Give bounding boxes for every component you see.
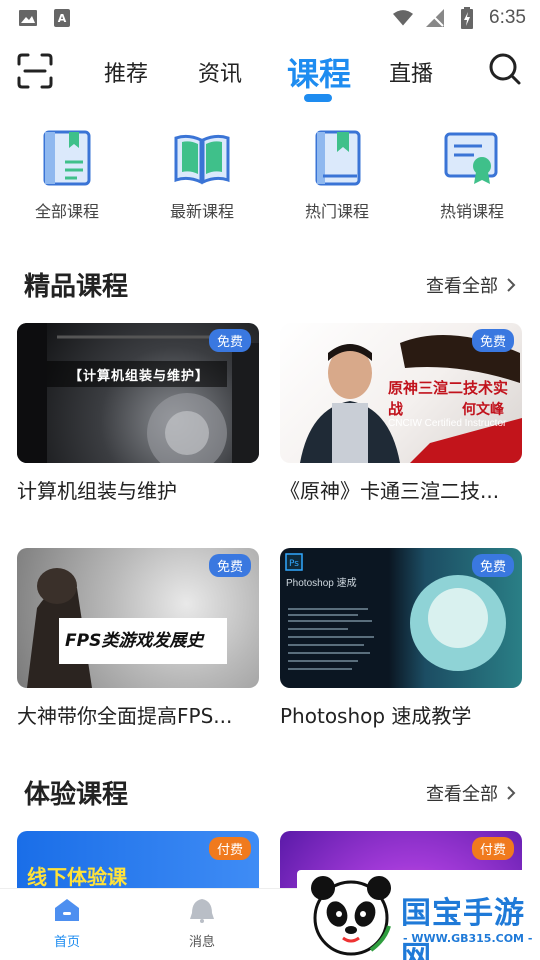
svg-text:A: A bbox=[58, 12, 67, 25]
thumbnail-caption: Photoshop 速成 bbox=[286, 578, 357, 589]
course-title: Photoshop 速成教学 bbox=[280, 704, 472, 728]
category-row: 全部课程 最新课程 热门课程 热销课程 bbox=[0, 128, 540, 228]
section-title: 体验课程 bbox=[24, 780, 129, 810]
view-all-featured-link[interactable]: 查看全部 bbox=[426, 272, 516, 298]
gallery-notification-icon bbox=[18, 8, 38, 28]
thumbnail-subcaption: CNCIW Certified Instructor bbox=[388, 418, 507, 429]
wifi-icon bbox=[393, 8, 414, 28]
course-title: 计算机组装与维护 bbox=[17, 479, 177, 503]
nav-home[interactable]: 首页 bbox=[27, 897, 107, 950]
search-icon[interactable] bbox=[488, 52, 522, 86]
certificate-icon bbox=[444, 132, 498, 184]
course-card[interactable]: 原神三渲二技术实战 何文峰 CNCIW Certified Instructor… bbox=[280, 323, 522, 504]
bell-icon bbox=[190, 899, 214, 923]
tab-live[interactable]: 直播 bbox=[389, 56, 433, 88]
category-label: 热门课程 bbox=[304, 202, 369, 221]
open-book-icon bbox=[174, 134, 230, 185]
svg-text:Ps: Ps bbox=[289, 559, 299, 569]
free-badge: 免费 bbox=[208, 329, 251, 352]
thumbnail-instructor: 何文峰 bbox=[462, 402, 504, 418]
free-badge: 免费 bbox=[208, 554, 251, 577]
trial-section-header: 体验课程 查看全部 bbox=[0, 774, 540, 814]
bookmark-book-icon bbox=[315, 130, 361, 186]
thumbnail-caption: 【计算机组装与维护】 bbox=[69, 369, 210, 384]
battery-charging-icon bbox=[457, 7, 477, 29]
category-all-courses[interactable]: 全部课程 bbox=[7, 128, 127, 222]
book-bookmark-icon bbox=[43, 130, 91, 186]
watermark-url: - WWW.GB315.COM - bbox=[403, 932, 533, 945]
no-signal-icon bbox=[425, 8, 445, 28]
tab-news[interactable]: 资讯 bbox=[198, 56, 242, 88]
watermark-text: 国宝手游网 bbox=[401, 896, 525, 960]
paid-badge: 付费 bbox=[208, 837, 251, 860]
course-title: 《原神》卡通三渲二技... bbox=[280, 479, 500, 503]
view-all-label: 查看全部 bbox=[426, 276, 498, 297]
chevron-right-icon bbox=[507, 786, 516, 800]
status-time: 6:35 bbox=[489, 7, 526, 28]
free-badge: 免费 bbox=[471, 329, 514, 352]
home-icon bbox=[55, 899, 79, 921]
course-thumbnail: Ps Photoshop 速成 免费 bbox=[280, 548, 522, 688]
tab-courses[interactable]: 课程 bbox=[287, 49, 351, 95]
category-bestseller-courses[interactable]: 热销课程 bbox=[412, 128, 532, 222]
section-title: 精品课程 bbox=[24, 272, 129, 302]
thumbnail-caption: 线下体验课 bbox=[27, 865, 127, 889]
view-all-trial-link[interactable]: 查看全部 bbox=[426, 780, 516, 806]
nav-label: 消息 bbox=[188, 935, 215, 950]
category-label: 最新课程 bbox=[169, 202, 234, 221]
course-card[interactable]: Ps Photoshop 速成 免费 Photoshop 速成教学 bbox=[280, 548, 522, 729]
nav-label: 首页 bbox=[53, 935, 80, 950]
thumbnail-caption: FPS类游戏发展史 bbox=[65, 631, 204, 651]
category-hot-courses[interactable]: 热门课程 bbox=[277, 128, 397, 222]
featured-section-header: 精品课程 查看全部 bbox=[0, 266, 540, 306]
category-label: 全部课程 bbox=[34, 202, 99, 221]
category-newest-courses[interactable]: 最新课程 bbox=[142, 128, 262, 222]
paid-badge: 付费 bbox=[471, 837, 514, 860]
scan-icon[interactable] bbox=[16, 52, 54, 90]
course-card[interactable]: FPS类游戏发展史 免费 大神带你全面提高FPS... bbox=[17, 548, 259, 729]
course-thumbnail: 【计算机组装与维护】 免费 bbox=[17, 323, 259, 463]
chevron-right-icon bbox=[507, 278, 516, 292]
category-label: 热销课程 bbox=[439, 202, 504, 221]
nav-messages[interactable]: 消息 bbox=[162, 897, 242, 950]
font-notification-icon: A bbox=[52, 8, 72, 28]
course-thumbnail: 原神三渲二技术实战 何文峰 CNCIW Certified Instructor… bbox=[280, 323, 522, 463]
watermark: 国宝手游网 - WWW.GB315.COM - bbox=[297, 870, 540, 960]
tab-bar: 推荐 资讯 课程 直播 bbox=[80, 42, 460, 112]
top-nav: 推荐 资讯 课程 直播 bbox=[0, 42, 540, 112]
free-badge: 免费 bbox=[471, 554, 514, 577]
course-card[interactable]: 【计算机组装与维护】 免费 计算机组装与维护 bbox=[17, 323, 259, 504]
course-title: 大神带你全面提高FPS... bbox=[17, 704, 233, 728]
course-thumbnail: FPS类游戏发展史 免费 bbox=[17, 548, 259, 688]
status-bar: A 6:35 bbox=[0, 0, 540, 36]
active-tab-indicator bbox=[304, 94, 332, 102]
panda-logo-icon bbox=[311, 876, 391, 956]
tab-recommend[interactable]: 推荐 bbox=[104, 56, 148, 88]
view-all-label: 查看全部 bbox=[426, 784, 498, 805]
